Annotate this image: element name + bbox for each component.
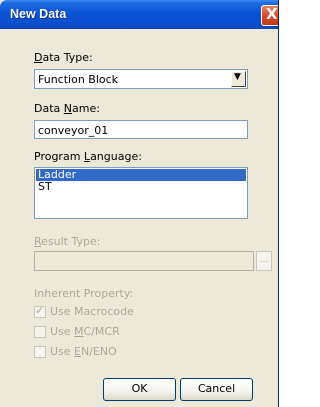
list-item[interactable]: Ladder bbox=[36, 169, 246, 181]
data-name-label-rest: ame: bbox=[72, 102, 100, 115]
list-item[interactable]: ST bbox=[36, 181, 246, 193]
data-name-label-part1: Data bbox=[34, 102, 64, 115]
program-language-label: Program Language: bbox=[34, 150, 142, 163]
program-language-label-rest: anguage: bbox=[90, 150, 142, 163]
data-type-select[interactable]: Function Block ▼ bbox=[34, 69, 248, 89]
use-macrocode-checkbox: ✓ bbox=[34, 304, 46, 318]
use-mc-mcr-label: Use MC/MCR bbox=[50, 325, 120, 338]
cancel-button[interactable]: Cancel bbox=[180, 378, 253, 401]
data-type-value: Function Block bbox=[38, 73, 119, 86]
ok-button[interactable]: OK bbox=[103, 378, 176, 401]
data-type-dropdown-button[interactable]: ▼ bbox=[231, 71, 246, 87]
title-bar[interactable]: New Data X bbox=[0, 0, 278, 29]
data-type-label-rest: ata Type: bbox=[42, 51, 93, 64]
use-en-eno-label-rest: N/ENO bbox=[81, 345, 117, 358]
data-name-label-accel: N bbox=[63, 102, 72, 115]
use-en-eno-label: Use EN/ENO bbox=[50, 345, 117, 358]
inherent-property-label: Inherent Property: bbox=[34, 287, 134, 300]
close-icon: X bbox=[266, 5, 278, 23]
use-en-eno-checkbox bbox=[34, 346, 46, 358]
program-language-label-part1: Program bbox=[34, 150, 84, 163]
program-language-listbox[interactable]: Ladder ST bbox=[34, 167, 248, 219]
use-mc-mcr-label-rest: C/MCR bbox=[83, 325, 120, 338]
use-mc-mcr-checkbox bbox=[34, 326, 46, 338]
close-button[interactable]: X bbox=[261, 5, 278, 26]
use-mc-mcr-label-part1: Use bbox=[50, 325, 75, 338]
checkmark-icon: ✓ bbox=[35, 304, 45, 317]
window-title: New Data bbox=[10, 7, 67, 21]
use-macrocode-label: Use Macrocode bbox=[50, 305, 134, 318]
data-name-value: conveyor_01 bbox=[38, 124, 109, 137]
data-name-input[interactable]: conveyor_01 bbox=[34, 120, 248, 139]
data-name-label: Data Name: bbox=[34, 102, 100, 115]
result-type-input bbox=[34, 251, 254, 271]
new-data-dialog: New Data X Data Type: Function Block ▼ D… bbox=[0, 0, 279, 407]
use-mc-mcr-label-accel: M bbox=[74, 325, 84, 338]
chevron-down-icon: ▼ bbox=[234, 72, 241, 82]
data-type-label: Data Type: bbox=[34, 51, 93, 64]
use-en-eno-label-part1: Use bbox=[50, 345, 75, 358]
result-type-browse-button: ... bbox=[256, 251, 272, 271]
result-type-label: Result Type: bbox=[34, 235, 100, 248]
result-type-label-rest: esult Type: bbox=[41, 235, 101, 248]
use-en-eno-label-accel: E bbox=[74, 345, 81, 358]
